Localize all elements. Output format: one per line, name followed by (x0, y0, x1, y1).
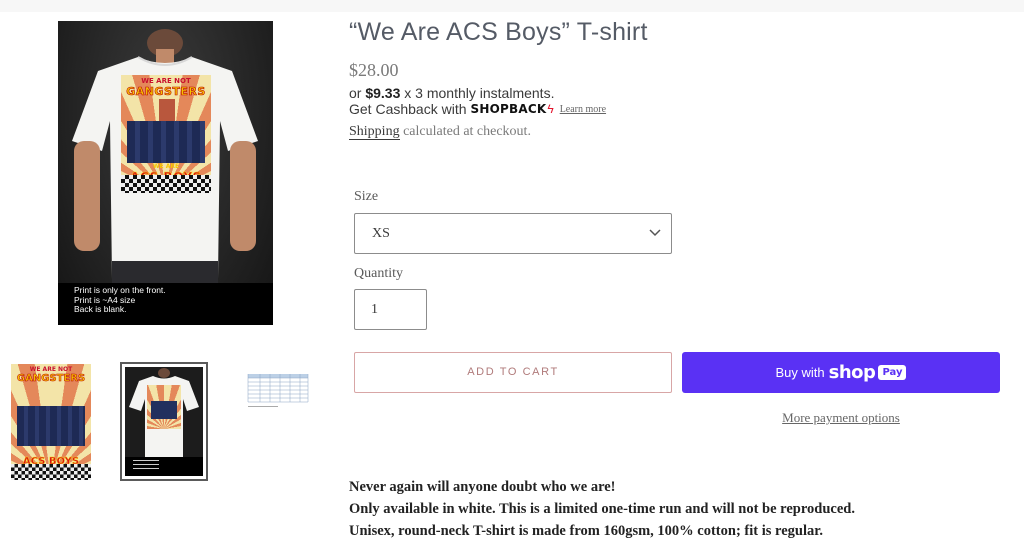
art-line-3: WE ARE (152, 163, 180, 170)
quantity-label: Quantity (354, 266, 403, 281)
size-selected-value: XS (372, 226, 390, 241)
chevron-down-icon (649, 229, 661, 237)
shipping-link[interactable]: Shipping (349, 124, 400, 140)
quantity-value: 1 (371, 302, 378, 317)
art-line-2: GANGSTERS (126, 85, 206, 99)
quantity-input[interactable]: 1 (354, 289, 427, 330)
product-price: $28.00 (349, 60, 399, 80)
thumb-caption (125, 457, 203, 476)
art-line-1: WE ARE NOT (141, 77, 191, 85)
image-caption: Print is only on the front. Print is ~A4… (58, 283, 273, 325)
installment-prefix: or (349, 85, 366, 101)
thumbnail-tshirt-image (125, 367, 203, 476)
lightning-icon: ϟ (547, 102, 554, 116)
shipping-text: calculated at checkout. (399, 124, 531, 139)
description-line: Never again will anyone doubt who we are… (349, 479, 616, 495)
more-payment-options-link[interactable]: More payment options (682, 410, 1000, 426)
thumb-art-figures (17, 406, 85, 446)
description-line: Unisex, round-neck T-shirt is made from … (349, 523, 823, 539)
thumb-art-floor (11, 464, 91, 480)
add-to-cart-button[interactable]: ADD TO CART (354, 352, 672, 393)
shipping-info: Shipping calculated at checkout. (349, 124, 531, 140)
installment-info: or $9.33 x 3 monthly instalments. (349, 85, 554, 101)
thumbnail-artwork[interactable]: WE ARE NOT GANGSTERS ACS BOYS (11, 364, 91, 480)
thumb-tshirt-print (147, 385, 181, 429)
product-description: Never again will anyone doubt who we are… (349, 476, 855, 542)
thumb-art-line-2: GANGSTERS (16, 373, 86, 385)
art-figures (127, 121, 205, 163)
installment-amount: $9.33 (365, 85, 401, 101)
tshirt-print-artwork: WE ARE NOT GANGSTERS WE ARE ACS BOYS (121, 75, 211, 193)
installment-suffix: x 3 monthly instalments. (400, 85, 555, 101)
cashback-text: Get Cashback with (349, 101, 467, 117)
buy-with-shop-pay-button[interactable]: Buy with shop Pay (682, 352, 1000, 393)
cashback-info: Get Cashback with SHOPBACK ϟ Learn more (349, 101, 606, 117)
buy-with-text: Buy with (775, 365, 825, 380)
caption-line: Print is only on the front. (74, 285, 166, 295)
description-line: Only available in white. This is a limit… (349, 501, 855, 517)
size-label: Size (354, 189, 379, 204)
thumbnail-size-chart[interactable] (246, 372, 310, 412)
main-product-image[interactable]: WE ARE NOT GANGSTERS WE ARE ACS BOYS Pri… (58, 21, 273, 325)
caption-line: Back is blank. (74, 304, 127, 314)
shop-logo: shop (828, 362, 876, 383)
thumbnail-tshirt-photo-selected[interactable] (120, 362, 208, 481)
size-chart-image (246, 372, 310, 412)
size-select[interactable]: XS (354, 213, 672, 254)
learn-more-link[interactable]: Learn more (560, 104, 606, 115)
shopback-logo: SHOPBACK (470, 102, 547, 116)
pay-badge: Pay (878, 365, 907, 380)
top-bar (0, 0, 1024, 12)
thumbnail-artwork-image: WE ARE NOT GANGSTERS ACS BOYS (11, 364, 91, 480)
thumb-art-line-1: WE ARE NOT (29, 366, 73, 373)
product-title: “We Are ACS Boys” T-shirt (349, 18, 648, 46)
art-checkered-floor (121, 175, 211, 193)
